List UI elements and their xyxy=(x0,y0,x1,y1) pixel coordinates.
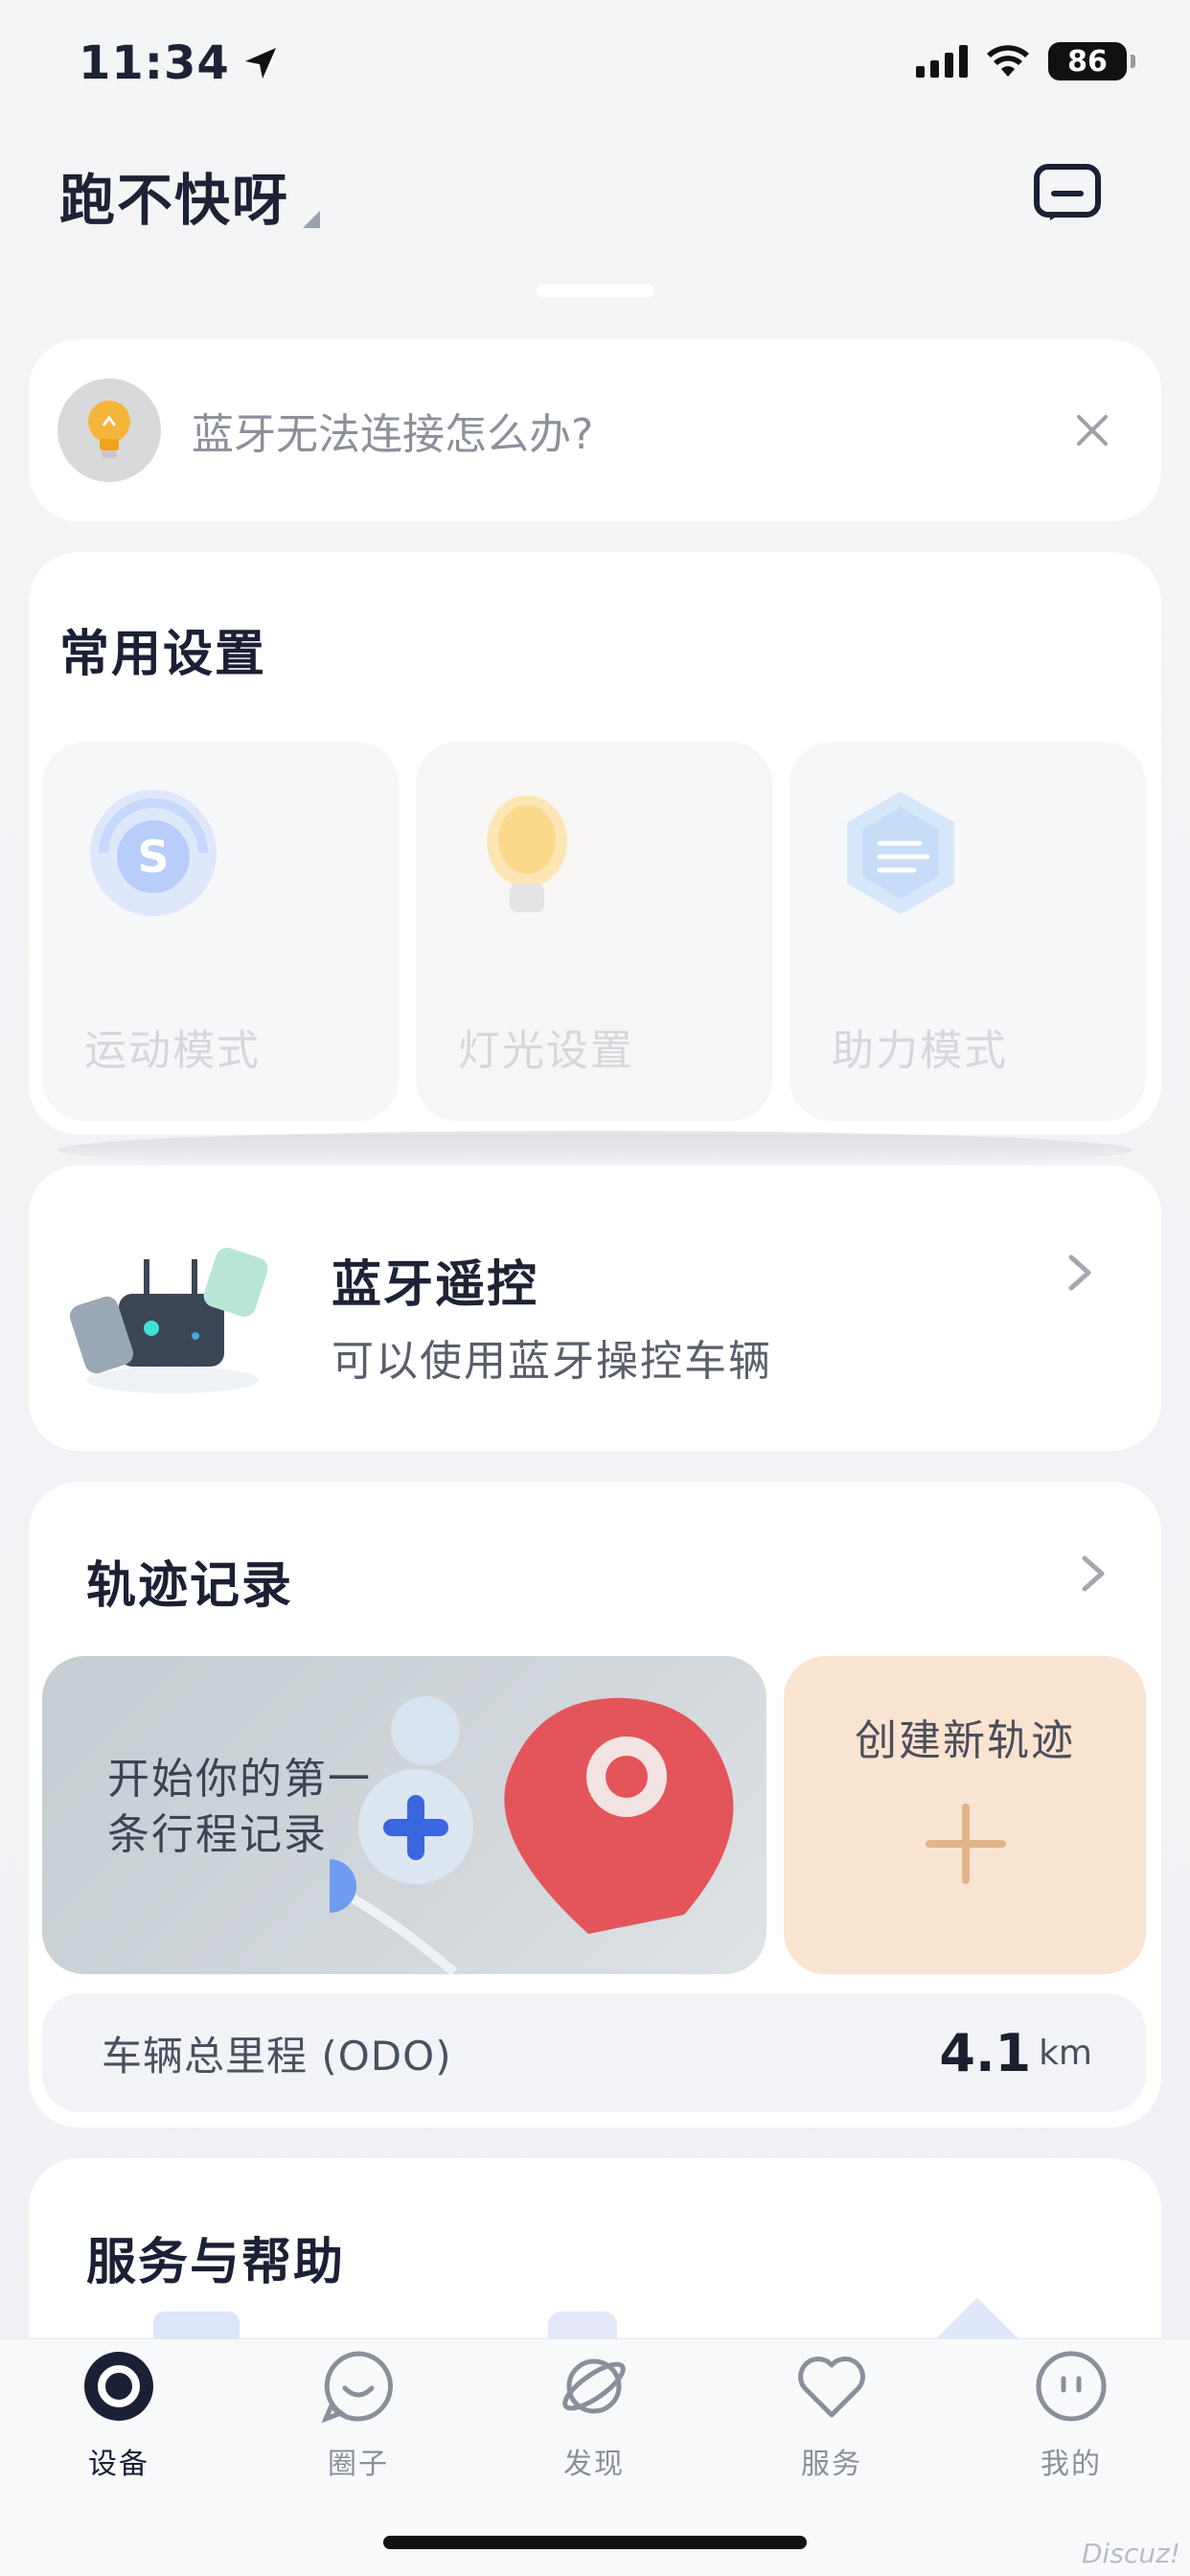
tab-circle[interactable]: 圈子 xyxy=(282,2350,435,2482)
close-icon[interactable] xyxy=(1073,411,1111,449)
bluetooth-remote-illustration xyxy=(69,1248,268,1393)
wifi-icon xyxy=(987,45,1029,77)
vehicle-selector[interactable]: 跑不快呀 xyxy=(59,155,321,236)
status-time: 11:34 xyxy=(79,36,280,90)
tab-label: 圈子 xyxy=(328,2448,389,2481)
planet-icon xyxy=(562,2358,626,2414)
tab-label: 服务 xyxy=(801,2448,862,2481)
heart-icon xyxy=(798,2357,865,2418)
tab-label: 我的 xyxy=(1041,2448,1102,2481)
setting-tile-sport-mode[interactable]: S 运动模式 xyxy=(42,742,399,1121)
odometer-label: 车辆总里程 (ODO) xyxy=(102,2032,452,2080)
home-indicator[interactable] xyxy=(383,2536,807,2549)
setting-label-assist-mode: 助力模式 xyxy=(832,1026,1008,1075)
tab-discover[interactable]: 发现 xyxy=(517,2350,671,2482)
odometer-value: 4.1 xyxy=(939,2022,1032,2083)
setting-tile-assist-mode[interactable]: 助力模式 xyxy=(790,742,1146,1121)
message-icon[interactable] xyxy=(1033,163,1102,222)
service-help-title: 服务与帮助 xyxy=(86,2234,346,2291)
setting-label-sport-mode: 运动模式 xyxy=(84,1026,261,1075)
chevron-right-icon[interactable] xyxy=(1079,1552,1108,1595)
face-icon xyxy=(1036,2351,1107,2422)
battery-indicator: 86 xyxy=(1048,42,1135,80)
tab-service[interactable]: 服务 xyxy=(755,2350,908,2482)
cellular-signal-icon xyxy=(916,45,968,78)
tab-label: 设备 xyxy=(88,2448,149,2481)
settings-title: 常用设置 xyxy=(59,626,267,683)
create-track-label: 创建新轨迹 xyxy=(855,1716,1075,1765)
create-track-button[interactable]: 创建新轨迹 xyxy=(784,1656,1146,1974)
odometer-unit: km xyxy=(1039,2033,1092,2073)
location-arrow-icon xyxy=(244,48,276,79)
setting-tile-light[interactable]: 灯光设置 xyxy=(416,742,772,1121)
chevron-right-icon[interactable] xyxy=(1065,1252,1094,1294)
track-record-title: 轨迹记录 xyxy=(86,1557,294,1615)
setting-label-light: 灯光设置 xyxy=(458,1026,634,1075)
map-pin-illustration xyxy=(330,1696,734,1974)
battery-level: 86 xyxy=(1067,44,1108,79)
vehicle-name: 跑不快呀 xyxy=(59,168,290,233)
tab-label: 发现 xyxy=(563,2448,625,2481)
sport-mode-icon: S xyxy=(90,790,217,916)
assist-mode-icon xyxy=(847,792,954,914)
tip-card[interactable]: 蓝牙无法连接怎么办? xyxy=(29,339,1161,521)
lightbulb-tip-icon xyxy=(57,379,161,482)
plus-icon xyxy=(926,1804,1006,1884)
first-trip-banner[interactable]: 开始你的第一 条行程记录 xyxy=(42,1656,767,1974)
bluetooth-remote-subtitle: 可以使用蓝牙操控车辆 xyxy=(332,1337,772,1386)
svg-text:S: S xyxy=(137,831,169,883)
tab-device[interactable]: 设备 xyxy=(42,2350,195,2482)
watermark: Discuz! xyxy=(1082,2538,1180,2569)
drag-handle[interactable] xyxy=(537,284,653,297)
tab-me[interactable]: 我的 xyxy=(995,2350,1148,2482)
tip-text: 蓝牙无法连接怎么办? xyxy=(192,410,594,459)
dropdown-triangle-icon xyxy=(303,211,321,228)
device-ring-icon xyxy=(84,2352,153,2421)
card-shadow xyxy=(57,1131,1133,1169)
status-icons: 86 xyxy=(916,42,1135,80)
odometer-bar: 车辆总里程 (ODO) 4.1 km xyxy=(42,1993,1146,2112)
light-bulb-icon xyxy=(487,795,567,912)
status-time-text: 11:34 xyxy=(79,36,230,90)
bluetooth-remote-title: 蓝牙遥控 xyxy=(332,1256,539,1314)
chat-bubble-smile-icon xyxy=(322,2351,393,2423)
